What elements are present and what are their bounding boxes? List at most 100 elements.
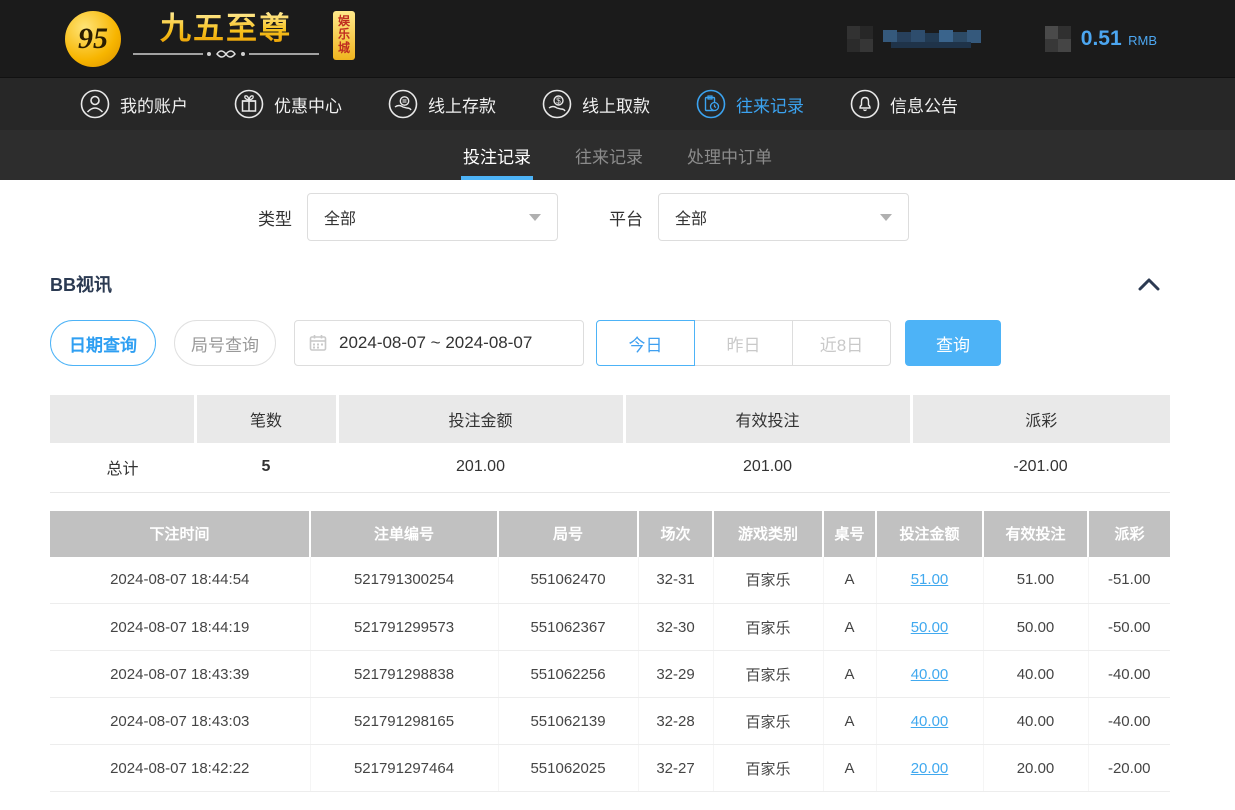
date-range-value: 2024-08-07 ~ 2024-08-07 xyxy=(339,333,532,353)
bell-icon xyxy=(850,89,880,119)
records-icon xyxy=(696,89,726,119)
user-icon xyxy=(80,89,110,119)
bet-cell-order-no: 521791298165 xyxy=(310,698,498,745)
bet-cell-game-type: 百家乐 xyxy=(713,745,823,792)
bet-cell-valid-bet: 50.00 xyxy=(983,604,1088,651)
bet-row: 2024-08-07 18:44:54521791300254551062470… xyxy=(50,557,1170,604)
tab-pending-orders[interactable]: 处理中订单 xyxy=(685,130,774,180)
bet-cell-table-no: A xyxy=(823,745,876,792)
round-query-button[interactable]: 局号查询 xyxy=(174,320,276,366)
bet-amount-link[interactable]: 40.00 xyxy=(911,713,949,730)
last-8-days-button[interactable]: 近8日 xyxy=(792,320,891,366)
bet-cell-time: 2024-08-07 18:43:03 xyxy=(50,698,310,745)
nav-item-withdraw[interactable]: $ 线上取款 xyxy=(542,89,650,119)
collapse-section-button[interactable] xyxy=(1136,271,1162,297)
nav-label: 优惠中心 xyxy=(274,92,342,117)
bet-row: 2024-08-07 18:44:19521791299573551062367… xyxy=(50,604,1170,651)
nav-label: 线上存款 xyxy=(428,92,496,117)
nav-item-transaction-records[interactable]: 往来记录 xyxy=(696,89,804,119)
nav-item-announcements[interactable]: 信息公告 xyxy=(850,89,958,119)
summary-header-empty xyxy=(50,395,195,443)
bet-cell-time: 2024-08-07 18:42:22 xyxy=(50,745,310,792)
brand-name: 九五至尊 xyxy=(160,11,292,47)
bet-cell-time: 2024-08-07 18:44:54 xyxy=(50,557,310,604)
bet-cell-round-no: 551062470 xyxy=(498,557,638,604)
bet-header-bet-amount: 投注金额 xyxy=(876,511,983,557)
bet-cell-table-no: A xyxy=(823,557,876,604)
summary-header-row: 笔数 投注金额 有效投注 派彩 xyxy=(50,395,1170,443)
bet-cell-session: 32-31 xyxy=(638,557,713,604)
platform-select-value: 全部 xyxy=(675,205,707,229)
gift-icon xyxy=(234,89,264,119)
bet-cell-round-no: 551062025 xyxy=(498,745,638,792)
bet-cell-game-type: 百家乐 xyxy=(713,651,823,698)
username-redacted xyxy=(883,24,983,54)
bet-cell-valid-bet: 51.00 xyxy=(983,557,1088,604)
bet-cell-session: 32-28 xyxy=(638,698,713,745)
bet-cell-valid-bet: 40.00 xyxy=(983,698,1088,745)
site-logo[interactable]: 95 九五至尊 娱乐城 xyxy=(65,11,355,67)
bet-cell-session: 32-29 xyxy=(638,651,713,698)
type-filter-label: 类型 xyxy=(258,205,292,230)
user-account-chip[interactable] xyxy=(847,24,983,54)
section-title: BB视讯 xyxy=(50,271,112,297)
bet-cell-time: 2024-08-07 18:43:39 xyxy=(50,651,310,698)
summary-count: 5 xyxy=(195,443,337,492)
nav-item-deposit[interactable]: 线上存款 xyxy=(388,89,496,119)
chevron-down-icon xyxy=(529,214,541,221)
summary-header-valid-bet: 有效投注 xyxy=(624,395,911,443)
bet-cell-game-type: 百家乐 xyxy=(713,604,823,651)
bet-cell-table-no: A xyxy=(823,604,876,651)
bet-amount-link[interactable]: 51.00 xyxy=(911,571,949,588)
bet-cell-payout: -40.00 xyxy=(1088,651,1170,698)
summary-header-bet-amount: 投注金额 xyxy=(337,395,624,443)
date-range-input[interactable]: 2024-08-07 ~ 2024-08-07 xyxy=(294,320,584,366)
bet-cell-table-no: A xyxy=(823,651,876,698)
bet-cell-bet-amount: 50.00 xyxy=(876,604,983,651)
chevron-down-icon xyxy=(880,214,892,221)
logo-95-icon: 95 xyxy=(65,11,121,67)
bet-records-table: 下注时间注单编号局号场次游戏类别桌号投注金额有效投注派彩 2024-08-07 … xyxy=(50,511,1170,793)
today-button[interactable]: 今日 xyxy=(596,320,695,366)
bet-table-body: 2024-08-07 18:44:54521791300254551062470… xyxy=(50,557,1170,792)
summary-header-payout: 派彩 xyxy=(911,395,1170,443)
bet-row: 2024-08-07 18:43:03521791298165551062139… xyxy=(50,698,1170,745)
bet-cell-payout: -51.00 xyxy=(1088,557,1170,604)
type-select[interactable]: 全部 xyxy=(307,193,558,241)
bet-row: 2024-08-07 18:42:22521791297464551062025… xyxy=(50,745,1170,792)
tab-label: 往来记录 xyxy=(575,143,643,168)
record-tabs: 投注记录 往来记录 处理中订单 xyxy=(0,130,1235,180)
bet-cell-order-no: 521791298838 xyxy=(310,651,498,698)
calendar-icon xyxy=(309,334,327,352)
balance-currency: RMB xyxy=(1128,33,1157,48)
bet-header-session: 场次 xyxy=(638,511,713,557)
nav-item-my-account[interactable]: 我的账户 xyxy=(80,89,188,119)
bet-cell-valid-bet: 20.00 xyxy=(983,745,1088,792)
bet-amount-link[interactable]: 50.00 xyxy=(911,619,949,636)
bet-amount-link[interactable]: 20.00 xyxy=(911,760,949,777)
bet-amount-link[interactable]: 40.00 xyxy=(911,666,949,683)
tab-transaction-records[interactable]: 往来记录 xyxy=(573,130,645,180)
nav-item-promotions[interactable]: 优惠中心 xyxy=(234,89,342,119)
nav-label: 线上取款 xyxy=(582,92,650,117)
bet-header-time: 下注时间 xyxy=(50,511,310,557)
main-nav: 我的账户 优惠中心 线上存款 $ 线上取款 xyxy=(0,78,1235,130)
platform-select[interactable]: 全部 xyxy=(658,193,909,241)
bet-cell-order-no: 521791299573 xyxy=(310,604,498,651)
bet-header-table-no: 桌号 xyxy=(823,511,876,557)
bet-cell-bet-amount: 20.00 xyxy=(876,745,983,792)
search-button[interactable]: 查询 xyxy=(905,320,1001,366)
tab-bet-records[interactable]: 投注记录 xyxy=(461,130,533,180)
bet-cell-payout: -50.00 xyxy=(1088,604,1170,651)
yesterday-button[interactable]: 昨日 xyxy=(694,320,793,366)
date-query-button[interactable]: 日期查询 xyxy=(50,320,156,366)
platform-filter-label: 平台 xyxy=(609,205,643,230)
bet-cell-game-type: 百家乐 xyxy=(713,698,823,745)
bet-cell-round-no: 551062367 xyxy=(498,604,638,651)
active-tab-underline xyxy=(461,176,533,180)
bet-header-valid-bet: 有效投注 xyxy=(983,511,1088,557)
balance-chip[interactable]: 0.51 RMB xyxy=(1045,26,1157,52)
bet-cell-time: 2024-08-07 18:44:19 xyxy=(50,604,310,651)
nav-label: 我的账户 xyxy=(120,92,188,117)
nav-label: 信息公告 xyxy=(890,92,958,117)
